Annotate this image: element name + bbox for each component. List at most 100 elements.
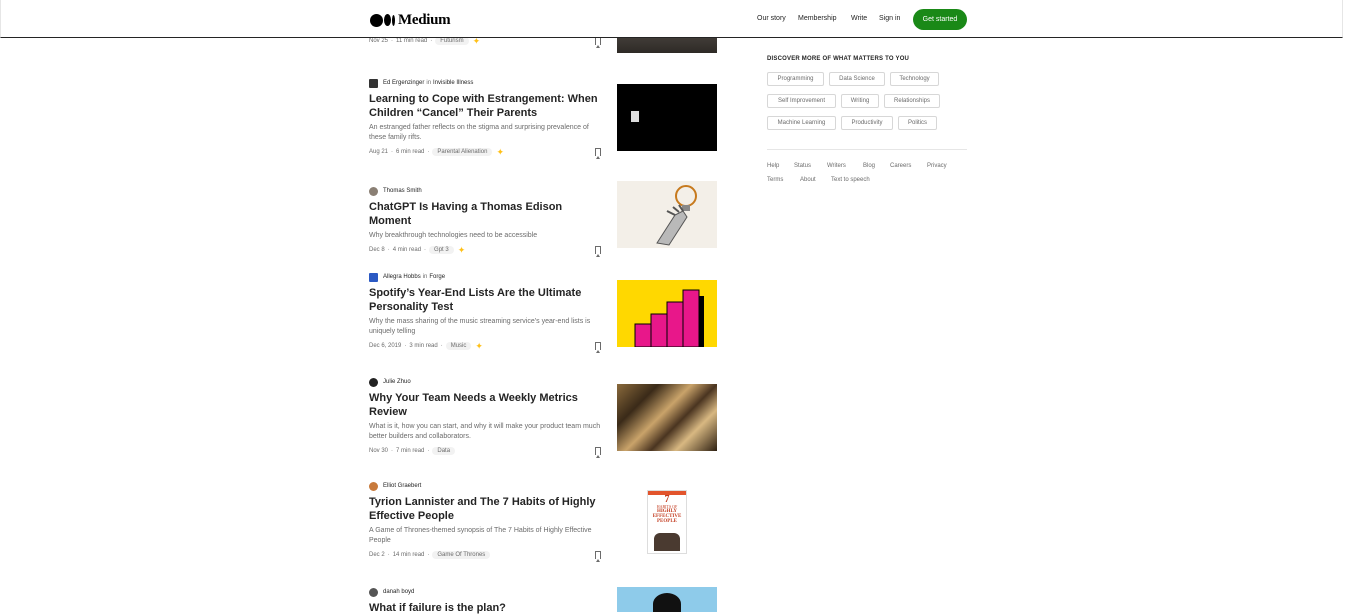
nav-membership[interactable]: Membership	[798, 15, 837, 22]
author-avatar[interactable]	[369, 587, 378, 597]
article-meta: Dec 2 · 14 min read · Game Of Thrones	[369, 550, 601, 562]
footer-blog[interactable]: Blog	[863, 163, 875, 169]
get-started-button[interactable]: Get started	[913, 9, 967, 30]
article-subtitle[interactable]: An estranged father reflects on the stig…	[369, 123, 601, 143]
article-meta: Dec 6, 2019 · 3 min read · Music ✦	[369, 341, 601, 353]
meta-separator: ·	[391, 149, 394, 155]
topic-politics[interactable]: Politics	[898, 116, 937, 130]
footer-help[interactable]: Help	[767, 163, 779, 169]
article-read-time: 11 min read	[396, 38, 428, 44]
topic-self-improvement[interactable]: Self Improvement	[767, 94, 836, 108]
article-thumbnail[interactable]	[617, 84, 717, 151]
article-thumbnail[interactable]: 7 HABITS OF HIGHLY EFFECTIVE PEOPLE	[617, 488, 717, 555]
bookmark-icon[interactable]	[595, 342, 601, 353]
article-tag[interactable]: Music	[445, 342, 472, 350]
article-thumbnail[interactable]	[617, 280, 717, 347]
member-star-icon: ✦	[457, 244, 466, 255]
topic-programming[interactable]: Programming	[767, 72, 824, 86]
nav-our-story[interactable]: Our story	[757, 15, 786, 22]
article-title[interactable]: Spotify’s Year-End Lists Are the Ultimat…	[369, 286, 601, 314]
article-title[interactable]: What if failure is the plan?	[369, 601, 601, 615]
article-tag[interactable]: Parental Alienation	[432, 148, 493, 156]
article-tag[interactable]: Data	[432, 447, 456, 455]
topic-machine-learning[interactable]: Machine Learning	[767, 116, 836, 130]
footer-careers[interactable]: Careers	[890, 163, 911, 169]
book-cover-line: PEOPLE	[656, 519, 677, 524]
footer-privacy[interactable]: Privacy	[927, 163, 947, 169]
medium-logo-icon	[370, 13, 395, 27]
nav-sign-in[interactable]: Sign in	[879, 15, 900, 22]
article-date: Dec 6, 2019	[369, 343, 402, 349]
author-name[interactable]: Ed Ergenzinger	[383, 80, 424, 86]
bookmark-icon[interactable]	[595, 447, 601, 458]
bookmark-icon[interactable]	[595, 37, 601, 48]
author-name[interactable]: Julie Zhuo	[383, 379, 411, 385]
article-subtitle[interactable]: A Game of Thrones-themed synopsis of The…	[369, 526, 601, 546]
article-title[interactable]: Why Your Team Needs a Weekly Metrics Rev…	[369, 391, 601, 419]
meta-separator: ·	[387, 552, 390, 558]
meta-separator: ·	[427, 448, 430, 454]
article-thumbnail[interactable]	[617, 384, 717, 451]
article-thumbnail[interactable]	[617, 181, 717, 248]
topic-technology[interactable]: Technology	[890, 72, 939, 86]
author-name[interactable]: danah boyd	[383, 589, 414, 595]
footer-status[interactable]: Status	[794, 163, 811, 169]
author-avatar[interactable]	[369, 377, 378, 387]
author-avatar[interactable]	[369, 78, 378, 88]
topic-writing[interactable]: Writing	[841, 94, 879, 108]
book-cover-number: 7	[664, 494, 670, 505]
article-tag[interactable]: Futurism	[435, 37, 469, 45]
publication-name[interactable]: Forge	[429, 274, 445, 280]
meta-separator: ·	[424, 247, 427, 253]
article-title[interactable]: Tyrion Lannister and The 7 Habits of Hig…	[369, 495, 601, 523]
byline-in: in	[422, 274, 428, 280]
author-name[interactable]: Allegra Hobbs	[383, 274, 421, 280]
article-subtitle[interactable]: Why breakthrough technologies need to be…	[369, 231, 601, 241]
topic-data-science[interactable]: Data Science	[829, 72, 885, 86]
bookmark-icon[interactable]	[595, 246, 601, 257]
topic-relationships[interactable]: Relationships	[884, 94, 940, 108]
article-title[interactable]: Learning to Cope with Estrangement: When…	[369, 92, 601, 120]
meta-separator: ·	[427, 149, 430, 155]
article-card[interactable]: Allegra Hobbs in Forge Spotify’s Year-En…	[369, 272, 717, 353]
article-date: Dec 8	[369, 247, 385, 253]
medium-logo[interactable]: Medium	[370, 11, 451, 29]
article-card[interactable]: Ed Ergenzinger in Invisible Illness Lear…	[369, 78, 717, 159]
publication-name[interactable]: Invisible Illness	[433, 80, 473, 86]
article-card[interactable]: Thomas Smith ChatGPT Is Having a Thomas …	[369, 181, 717, 257]
article-thumbnail[interactable]	[617, 587, 717, 612]
footer-about[interactable]: About	[800, 177, 816, 183]
footer-writers[interactable]: Writers	[827, 163, 846, 169]
pink-bar-blocks-illustration	[634, 289, 704, 347]
meta-separator: ·	[387, 247, 390, 253]
author-avatar[interactable]	[369, 186, 378, 196]
article-read-time: 7 min read	[396, 448, 425, 454]
author-name[interactable]: Elliot Graebert	[383, 483, 421, 489]
meta-separator: ·	[430, 38, 433, 44]
author-avatar[interactable]	[369, 272, 378, 282]
article-tag[interactable]: Game Of Thrones	[432, 551, 491, 559]
author-name[interactable]: Thomas Smith	[383, 188, 422, 194]
brand-name: Medium	[398, 11, 451, 28]
article-card[interactable]: danah boyd What if failure is the plan?	[369, 587, 717, 615]
footer-terms[interactable]: Terms	[767, 177, 783, 183]
book-cover-portrait	[654, 533, 680, 551]
nav-write[interactable]: Write	[851, 15, 867, 22]
bookmark-icon[interactable]	[595, 551, 601, 562]
author-avatar[interactable]	[369, 481, 378, 491]
article-card[interactable]: Elliot Graebert Tyrion Lannister and The…	[369, 481, 717, 562]
article-card[interactable]: Julie Zhuo Why Your Team Needs a Weekly …	[369, 377, 717, 458]
article-read-time: 4 min read	[392, 247, 422, 253]
meta-separator: ·	[440, 343, 443, 349]
footer-text-to-speech[interactable]: Text to speech	[831, 177, 870, 183]
bookmark-icon[interactable]	[595, 148, 601, 159]
meta-separator: ·	[404, 343, 407, 349]
sidebar-divider	[767, 149, 967, 150]
byline-in: in	[426, 80, 432, 86]
article-title[interactable]: ChatGPT Is Having a Thomas Edison Moment	[369, 200, 601, 228]
article-tag[interactable]: Gpt 3	[429, 246, 454, 254]
article-subtitle[interactable]: What is it, how you can start, and why i…	[369, 422, 601, 442]
article-meta: Dec 8 · 4 min read · Gpt 3 ✦	[369, 244, 601, 257]
article-subtitle[interactable]: Why the mass sharing of the music stream…	[369, 317, 601, 337]
topic-productivity[interactable]: Productivity	[841, 116, 893, 130]
